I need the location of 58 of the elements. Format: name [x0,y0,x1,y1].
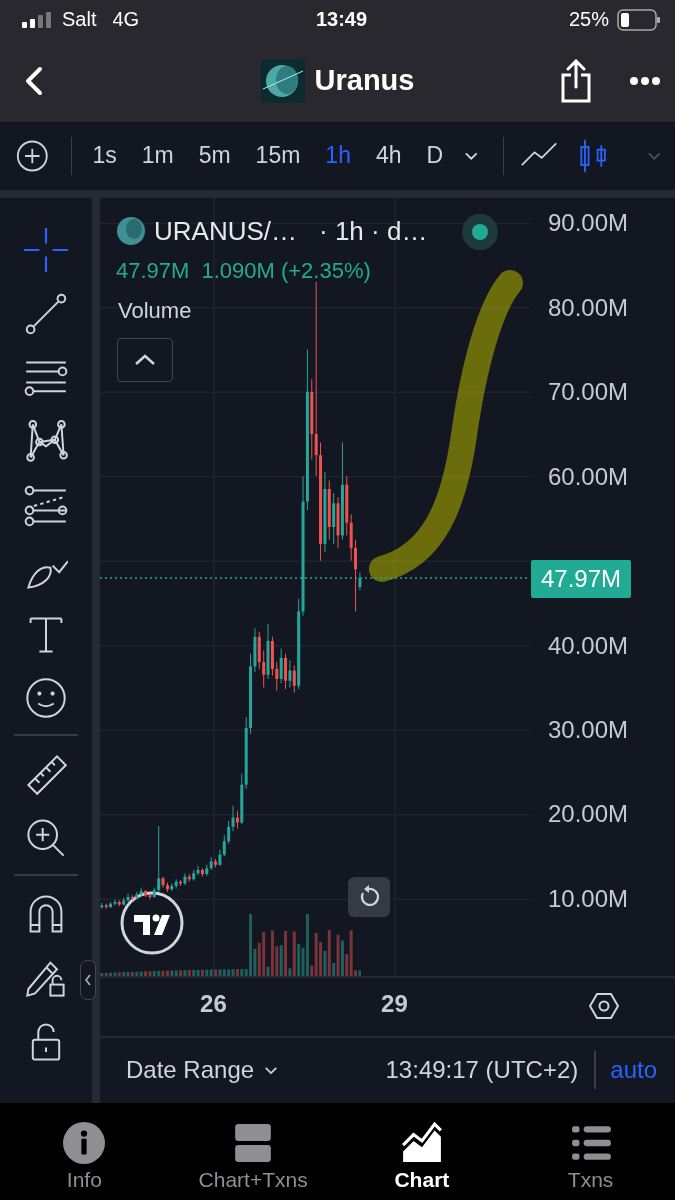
tab-bar-item[interactable]: Chart [337,1103,507,1200]
settings-icon[interactable] [589,990,619,1021]
chevron-left-icon [84,972,92,987]
time-axis-label: 26 [200,989,227,1018]
pattern-icon[interactable] [24,419,68,464]
price-axis-label: 40.00M [548,631,629,660]
tab-bar-item[interactable]: Chart+Txns [168,1103,338,1200]
token-icon [116,216,146,247]
interval-tab[interactable]: D [426,142,444,170]
current-price-label: 47.97M [531,559,632,598]
clock-time: 13:49 [315,8,368,31]
price-axis-label: 80.00M [548,293,629,322]
price-change: 1.090M (+2.35%) [201,257,371,284]
price-axis-label: 10.00M [548,884,629,913]
timezone-clock: 13:49:17 (UTC+2) [385,1056,579,1085]
interval-tab[interactable]: 15m [255,142,301,170]
interval-tab[interactable]: 1m [141,142,174,170]
page-title: Uranus [314,64,415,98]
info-icon [63,1122,106,1164]
interval-tab[interactable]: 1s [92,142,117,170]
signal-icon [22,12,54,28]
status-indicator [462,213,498,250]
symbol-name: URANUS/… [154,215,297,247]
collapse-handle[interactable] [80,959,96,1000]
network-type: 4G [112,8,140,32]
carrier-name: Salt [62,8,97,32]
smiley-icon[interactable] [24,675,68,720]
auto-scale-button[interactable]: auto [610,1056,657,1085]
interval-tab[interactable]: 4h [375,142,402,170]
reset-button[interactable] [348,876,390,917]
interval-tab[interactable]: 5m [198,142,231,170]
chevron-down-icon[interactable] [464,150,479,161]
date-range-dropdown[interactable]: Date Range [126,1056,279,1085]
collapse-button[interactable] [117,337,173,382]
interval-label: · 1h · d… [319,215,428,247]
chevron-down-icon [264,1065,279,1075]
trendline-icon[interactable] [24,291,68,336]
battery-icon [617,9,661,31]
price-axis-label: 70.00M [548,378,629,407]
indicator-label: Volume [118,297,192,324]
price-axis-label: 30.00M [548,716,629,744]
share-icon[interactable] [559,58,593,103]
crosshair-icon[interactable] [24,227,68,272]
interval-tab[interactable]: 1h [325,142,351,170]
battery-percent: 25% [568,8,609,32]
time-axis-label: 29 [381,989,408,1018]
tab-bar-item[interactable]: Info [0,1103,169,1200]
price-axis-label: 60.00M [548,462,629,491]
price-axis-label: 90.00M [548,209,629,238]
last-price: 47.97M [116,257,190,284]
logo-icon[interactable] [120,890,184,955]
forecast-lines-icon[interactable] [24,483,68,528]
token-logo [260,58,305,103]
price-axis-label: 20.00M [548,800,629,829]
area-chart-icon [400,1122,443,1164]
more-icon[interactable] [629,75,661,86]
tab-bar-item[interactable]: Txns [506,1103,675,1200]
chevron-up-icon [134,353,156,366]
